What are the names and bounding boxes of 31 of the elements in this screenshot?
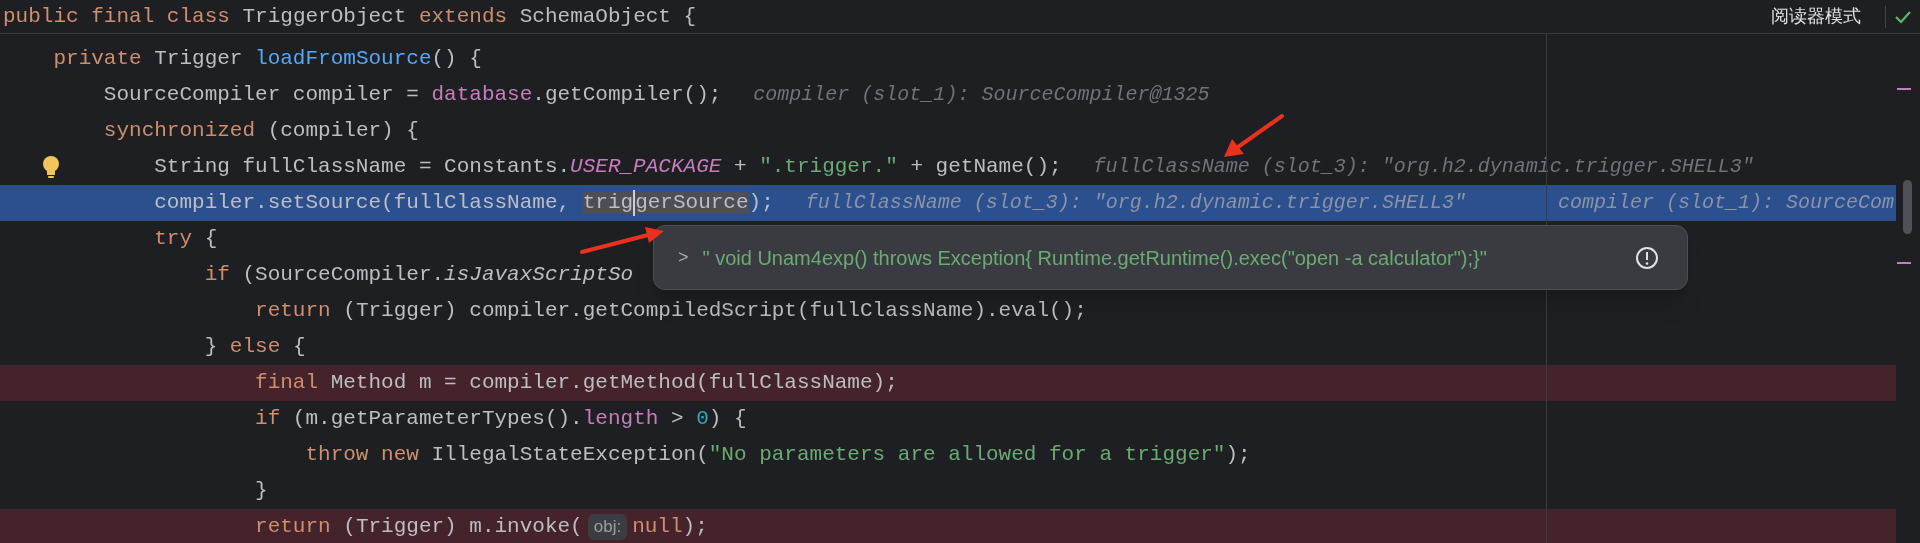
info-icon[interactable] [1635,245,1659,270]
inline-value-hint: compiler (slot_1): SourceCom [1557,190,1894,216]
parameter-hint: obj: [587,514,628,540]
code-line: public final class TriggerObject extends SchemaObject { [3,3,697,30]
inline-value-hint: compiler (slot_1): SourceCompiler@1325 [753,82,1210,108]
code-line: try { [154,226,218,253]
expand-chevron[interactable]: > [678,244,689,271]
code-line: SourceCompiler compiler = database.getCompiler(); [103,82,722,109]
code-line: compiler.setSource(fullClassName, trig [154,190,634,217]
annotation-arrow [1224,114,1284,157]
inline-value-hint: fullClassName (slot_3): "org.h2.dynamic.trigger.SHELL3" [805,190,1466,216]
code-line: null); [632,514,708,541]
lightbulb-icon[interactable] [40,154,62,180]
value-text: " void Unam4exp() throws Exception{ Runtime.getRuntime().exec("open -a calculator");}" [702,245,1487,271]
code-line: private Trigger loadFromSource() { [53,46,482,73]
inline-value-hint: fullClassName (slot_3): "org.h2.dynamic.trigger.SHELL3" [1093,154,1754,180]
scroll-marker [1897,88,1911,90]
code-line: } [255,478,268,505]
checkmark-icon[interactable] [1894,9,1912,24]
scrollbar-thumb[interactable] [1903,180,1912,234]
code-line: synchronized (compiler) { [103,118,419,145]
code-line: } else { [204,334,306,361]
code-line: final Method m = compiler.getMethod(fullClassName); [255,370,898,397]
code-line: throw new IllegalStateException("No parameters are allowed for a trigger"); [305,442,1251,469]
code-line: if (SourceCompiler.isJavaxScriptSo [204,262,634,289]
code-line: if (m.getParameterTypes().length > 0) { [255,406,747,433]
code-line: String fullClassName = Constants.USER_PACKAGE + ".trigger." + getName(); [154,154,1062,181]
reader-mode-button[interactable]: 阅读器模式 [1759,0,1873,33]
code-line: return (Trigger) m.invoke( [255,514,583,541]
code-line: return (Trigger) compiler.getCompiledScript(fullClassName).eval(); [255,298,1087,325]
scroll-marker [1897,262,1911,264]
